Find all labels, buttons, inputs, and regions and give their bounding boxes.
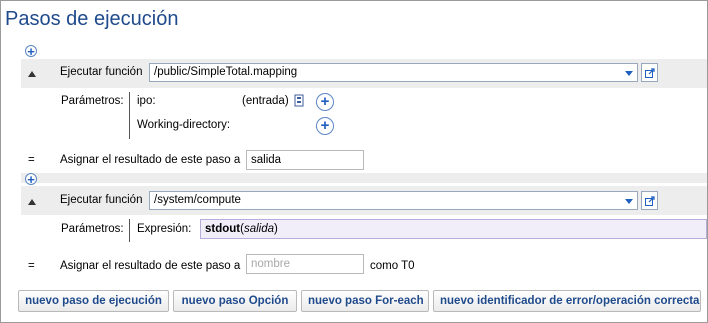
- step2-assign-suffix: como T0: [370, 260, 415, 272]
- collapse-triangle-icon[interactable]: [28, 199, 36, 205]
- new-error-handler-button[interactable]: nuevo identificador de error/operación c…: [433, 290, 701, 312]
- add-param-plus-icon[interactable]: +: [316, 117, 334, 135]
- expression-argument: salida: [243, 223, 275, 235]
- step2-assign-input[interactable]: nombre: [246, 254, 364, 274]
- new-foreach-step-button[interactable]: nuevo paso For-each: [301, 290, 429, 312]
- expression-close-paren: ): [274, 223, 278, 235]
- param-kind: (entrada): [242, 95, 289, 107]
- step1-params-label: Parámetros:: [61, 95, 124, 107]
- step2-assign-placeholder: nombre: [251, 258, 290, 270]
- step-separator-band: [21, 173, 707, 183]
- new-execution-step-button[interactable]: nuevo paso de ejecución: [18, 290, 169, 312]
- step1-function-select[interactable]: /public/SimpleTotal.mapping: [149, 63, 638, 82]
- expression-label: Expresión:: [137, 223, 192, 235]
- step1-assign-input[interactable]: salida: [246, 150, 364, 170]
- add-step-between-icon[interactable]: +: [25, 173, 37, 186]
- step1-function-value: /public/SimpleTotal.mapping: [154, 66, 298, 78]
- step1-assign-label: Asignar el resultado de este paso a: [60, 154, 241, 166]
- expression-input[interactable]: stdout(salida): [200, 219, 707, 239]
- new-choice-step-button[interactable]: nuevo paso Opción: [173, 290, 297, 312]
- step2-equals: =: [28, 260, 35, 272]
- expression-function: stdout: [205, 223, 241, 235]
- open-external-button[interactable]: [641, 191, 658, 210]
- step2-assign-label: Asignar el resultado de este paso a: [60, 260, 241, 272]
- step2-function-select[interactable]: /system/compute: [149, 191, 638, 210]
- param-name: ipo:: [137, 95, 156, 107]
- step2-action-label: Ejecutar función: [60, 194, 143, 206]
- collapse-triangle-icon[interactable]: [28, 71, 36, 77]
- expression-text: stdout(salida): [205, 223, 278, 235]
- execution-steps-panel: Pasos de ejecución + Ejecutar función /p…: [0, 0, 708, 323]
- chevron-down-icon: [625, 199, 633, 204]
- open-external-button[interactable]: [641, 63, 658, 82]
- page-title: Pasos de ejecución: [5, 8, 179, 30]
- step1-params-divider: [129, 92, 130, 139]
- add-step-before-icon[interactable]: +: [25, 45, 37, 58]
- step1-action-label: Ejecutar función: [60, 66, 143, 78]
- step2-params-label: Parámetros:: [61, 223, 124, 235]
- step1-equals: =: [28, 154, 35, 166]
- step1-assign-value: salida: [251, 154, 282, 166]
- chevron-down-icon: [625, 71, 633, 76]
- input-parameter-icon[interactable]: [294, 94, 304, 107]
- step2-params-divider: [129, 219, 130, 242]
- open-external-icon: [645, 196, 655, 206]
- open-external-icon: [645, 68, 655, 78]
- step2-function-value: /system/compute: [154, 194, 241, 206]
- param-name: Working-directory:: [137, 119, 231, 131]
- add-param-plus-icon[interactable]: +: [316, 93, 334, 111]
